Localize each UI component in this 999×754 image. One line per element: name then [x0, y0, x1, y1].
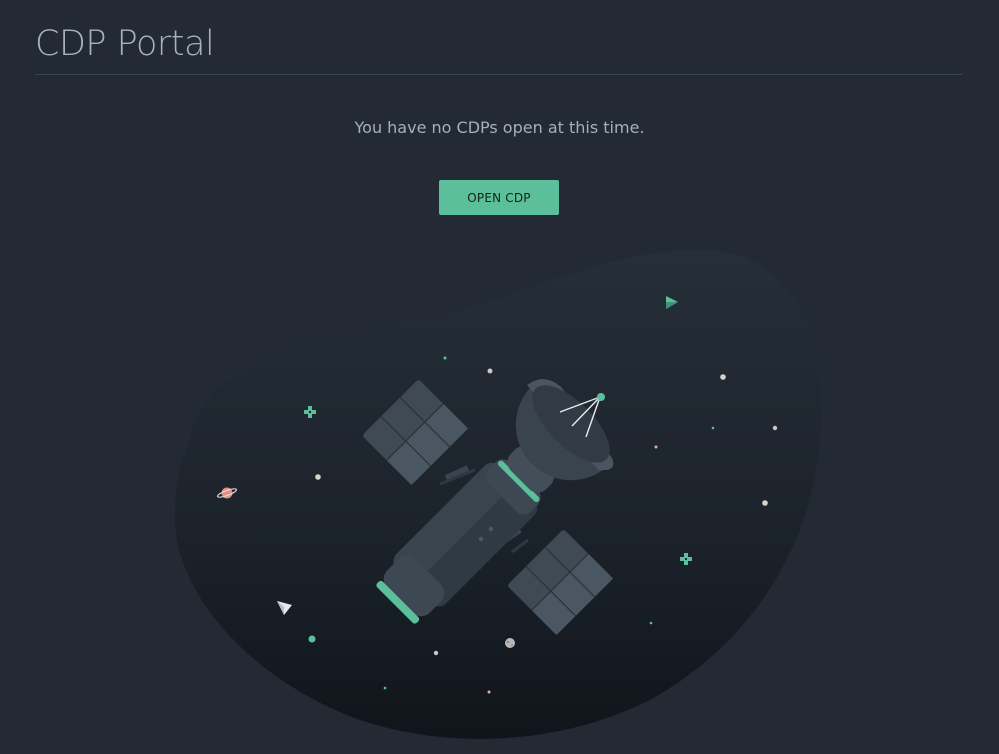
star [443, 356, 447, 360]
moon-icon [505, 638, 515, 648]
star [649, 621, 653, 625]
star [487, 690, 491, 694]
star [720, 374, 726, 380]
star [487, 368, 493, 374]
open-cdp-button[interactable]: OPEN CDP [439, 180, 559, 215]
cdp-portal-page: CDP Portal You have no CDPs open at this… [0, 0, 999, 754]
star [315, 474, 321, 480]
star [711, 426, 715, 430]
empty-state-illustration [174, 250, 822, 739]
star [772, 425, 778, 431]
star [654, 445, 658, 449]
star [762, 500, 768, 506]
star [433, 650, 439, 656]
empty-state-message: You have no CDPs open at this time. [354, 118, 645, 137]
star [308, 635, 316, 643]
star [383, 686, 387, 690]
